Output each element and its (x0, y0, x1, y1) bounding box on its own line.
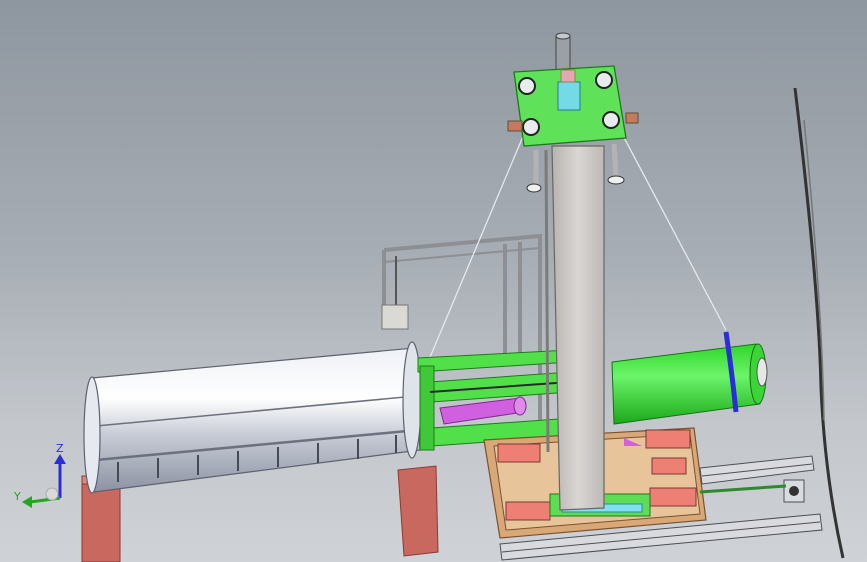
brick-support-right (397, 465, 439, 557)
z-axis-label: Z (56, 442, 64, 455)
rotating-drum (83, 341, 422, 494)
cad-viewport[interactable] (0, 0, 867, 562)
coordinate-triad: Z Y (13, 442, 66, 508)
green-cylinder (611, 331, 768, 425)
y-axis-label: Y (13, 490, 21, 503)
linear-rail-upper (699, 455, 815, 503)
magenta-drive (439, 396, 527, 425)
